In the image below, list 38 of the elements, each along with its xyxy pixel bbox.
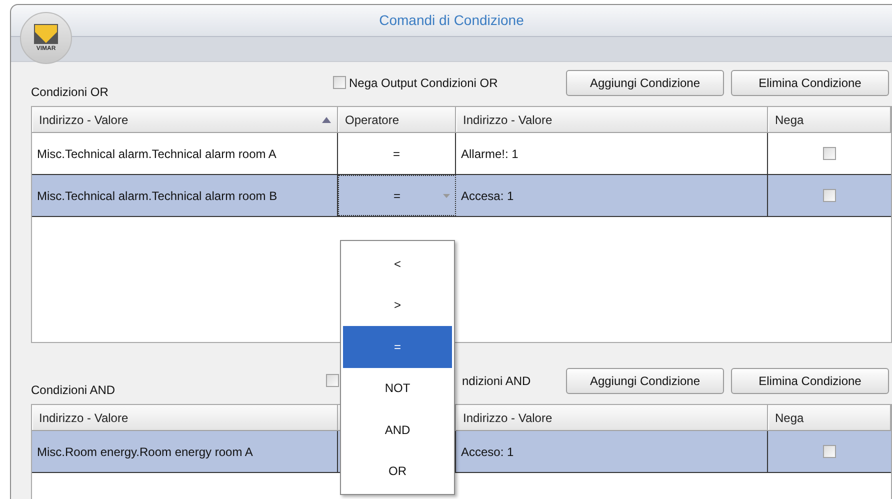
column-header[interactable]: Operatore [338,107,456,132]
negate-checkbox[interactable] [823,445,836,458]
dropdown-option[interactable]: NOT [343,368,452,409]
table-cell: Accesa: 1 [456,175,768,216]
column-header[interactable]: Indirizzo - Valore [456,405,768,430]
dropdown-option[interactable]: > [343,284,452,326]
table-cell: = [338,133,456,174]
table-cell: Acceso: 1 [456,431,768,472]
sort-ascending-icon [322,116,331,122]
condition-button[interactable]: Elimina Condizione [731,368,889,394]
negate-output-checkbox[interactable] [326,374,339,387]
section-label: Condizioni AND [31,382,116,399]
logo-icon [34,24,58,44]
checkbox-label: ndizioni AND [462,372,531,390]
column-header[interactable]: Indirizzo - Valore [32,107,338,132]
negate-checkbox[interactable] [823,147,836,160]
table-cell: Misc.Technical alarm.Technical alarm room A [32,133,338,174]
operator-combo[interactable]: = [338,175,456,216]
column-header[interactable]: Indirizzo - Valore [456,107,768,132]
dropdown-option[interactable]: < [343,243,452,284]
caret-icon [443,194,450,198]
negate-output-checkbox[interactable] [333,76,346,89]
table-row[interactable]: Misc.Technical alarm.Technical alarm room A = Allarme!: 1 [32,133,891,175]
column-header[interactable]: Nega [768,405,891,430]
table-row[interactable]: Misc.Technical alarm.Technical alarm room B = Accesa: 1 [32,175,891,217]
window-title: Comandi di Condizione [379,10,524,30]
condition-button[interactable]: Aggiungi Condizione [566,70,724,96]
dropdown-option[interactable]: = [343,326,452,368]
table-cell: Misc.Technical alarm.Technical alarm room B [32,175,338,216]
condition-button[interactable]: Elimina Condizione [731,70,889,96]
column-header[interactable]: Nega [768,107,891,132]
checkbox-label: Nega Output Condizioni OR [349,74,498,92]
column-header[interactable]: Indirizzo - Valore [32,405,338,430]
table-cell: Allarme!: 1 [456,133,768,174]
section-label: Condizioni OR [31,84,110,101]
table-cell: Misc.Room energy.Room energy room A [32,431,338,472]
negate-checkbox[interactable] [823,189,836,202]
condition-button[interactable]: Aggiungi Condizione [566,368,724,394]
